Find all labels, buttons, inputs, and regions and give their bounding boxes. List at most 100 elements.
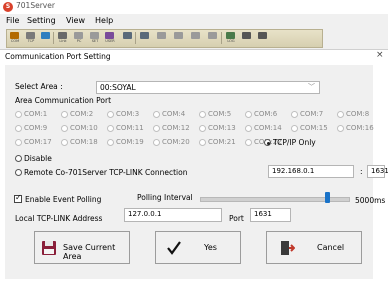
radio-icon	[15, 155, 22, 162]
yes-button[interactable]: Yes	[155, 231, 241, 264]
com-port-label: COM:8	[346, 110, 370, 118]
remote-ip-input[interactable]: 192.168.0.1	[268, 165, 354, 178]
radio-icon	[337, 111, 344, 118]
radio-icon	[153, 125, 160, 132]
toolbar-info-button[interactable]	[241, 32, 252, 44]
refresh-icon	[41, 32, 50, 39]
radio-icon	[291, 111, 298, 118]
link-icon	[58, 32, 67, 39]
menu-file[interactable]: File	[6, 16, 19, 25]
menu-bar: File Setting View Help	[0, 15, 388, 28]
app-logo-icon: S	[3, 2, 13, 12]
com-port-label: COM:6	[254, 110, 278, 118]
com-port-label: COM:10	[70, 124, 98, 132]
chevron-down-icon: ﹀	[308, 83, 315, 91]
save-label: Save Current Area	[63, 243, 116, 261]
app-title: 701Server	[16, 1, 55, 10]
com-port-label: COM:14	[254, 124, 282, 132]
toolbar-separator	[221, 32, 222, 44]
toolbar-tcp-button[interactable]: TCP	[25, 32, 36, 44]
toolbar-link-button[interactable]: Link	[57, 32, 68, 44]
com-port-label: COM:15	[300, 124, 328, 132]
com-port-label: COM:16	[346, 124, 374, 132]
save-icon	[42, 241, 56, 255]
remote-port-input[interactable]: 1631	[367, 165, 388, 178]
com-port-label: COM:12	[162, 124, 190, 132]
toolbar-help-button[interactable]	[257, 32, 268, 44]
select-area-dropdown[interactable]: 00:SOYAL ﹀	[96, 81, 320, 94]
toolbar-separator	[135, 32, 136, 44]
toolbar-label: USER	[105, 39, 115, 43]
com-port-label: COM:7	[300, 110, 324, 118]
colon-separator: :	[360, 167, 363, 176]
com-port-label: COM:17	[24, 138, 52, 146]
toolbar-sync-button[interactable]	[207, 32, 218, 44]
dialog-title: Communication Port Setting	[5, 52, 111, 61]
title-bar: S 701Server	[0, 0, 388, 14]
radio-icon	[107, 111, 114, 118]
radio-icon	[245, 139, 252, 146]
com-port-label: COM:20	[162, 138, 190, 146]
report-icon	[140, 32, 149, 39]
radio-icon	[199, 111, 206, 118]
toolbar-label: LOG	[227, 39, 235, 43]
radio-icon	[337, 125, 344, 132]
toolbar-arrow-button[interactable]	[156, 32, 167, 44]
toolbar-report-button[interactable]	[139, 32, 150, 44]
remote-label: Remote Co-701Server TCP-LINK Connection	[24, 168, 188, 177]
radio-icon	[245, 111, 252, 118]
toolbar-refresh-button[interactable]	[40, 32, 51, 44]
network-icon	[174, 32, 183, 39]
user-icon	[105, 32, 114, 39]
polling-slider-thumb[interactable]	[324, 192, 330, 203]
enable-polling-checkbox[interactable]	[14, 193, 22, 203]
enable-polling-label: Enable Event Polling	[25, 195, 102, 204]
toolbar-label: COM	[10, 39, 20, 43]
radio-icon	[291, 125, 298, 132]
polling-value: 5000ms	[355, 196, 386, 205]
select-area-value: 00:SOYAL	[100, 83, 136, 92]
toolbar-doc-button[interactable]	[122, 32, 133, 44]
com-port-label: COM:1	[24, 110, 48, 118]
polling-interval-label: Polling Interval	[137, 193, 193, 202]
local-port-input[interactable]: 1631	[250, 208, 291, 222]
com-port-label: COM:2	[70, 110, 94, 118]
exit-door-icon	[281, 241, 295, 255]
radio-selected-icon	[264, 139, 271, 146]
cancel-button[interactable]: Cancel	[266, 231, 362, 264]
menu-help[interactable]: Help	[95, 16, 113, 25]
toolbar-separator	[53, 32, 54, 44]
local-ip-input[interactable]: 127.0.0.1	[124, 208, 222, 222]
radio-icon	[245, 125, 252, 132]
port-label: Port	[229, 214, 244, 223]
com-port-label: COM:19	[116, 138, 144, 146]
set-icon	[90, 32, 99, 39]
menu-setting[interactable]: Setting	[27, 16, 56, 25]
tcp-only-label: TCP/IP Only	[273, 138, 316, 147]
toolbar-camera-button[interactable]	[190, 32, 201, 44]
check-icon	[167, 241, 181, 255]
toolbar-log-button[interactable]: LOG	[225, 32, 236, 44]
toolbar-set-button[interactable]: SET	[89, 32, 100, 44]
toolbar-label: SET	[91, 39, 99, 43]
toolbar-user-button[interactable]: USER	[104, 32, 115, 44]
select-area-label: Select Area :	[15, 82, 63, 91]
toolbar-com-button[interactable]: COM	[9, 32, 20, 44]
com-port-label: COM:5	[208, 110, 232, 118]
camera-icon	[191, 32, 200, 39]
save-area-button[interactable]: Save Current Area	[34, 231, 130, 264]
radio-icon	[199, 139, 206, 146]
cancel-label: Cancel	[317, 243, 345, 252]
radio-icon	[153, 111, 160, 118]
disable-label: Disable	[24, 154, 52, 163]
doc-icon	[123, 32, 132, 39]
com-port-label: COM:21	[208, 138, 236, 146]
toolbar-network-button[interactable]	[173, 32, 184, 44]
menu-view[interactable]: View	[66, 16, 85, 25]
toolbar-label: PC	[76, 39, 82, 43]
radio-icon	[61, 139, 68, 146]
toolbar-pc-button[interactable]: PC	[73, 32, 84, 44]
close-icon[interactable]: ×	[376, 50, 384, 60]
com-port-label: COM:11	[116, 124, 144, 132]
radio-icon	[153, 139, 160, 146]
